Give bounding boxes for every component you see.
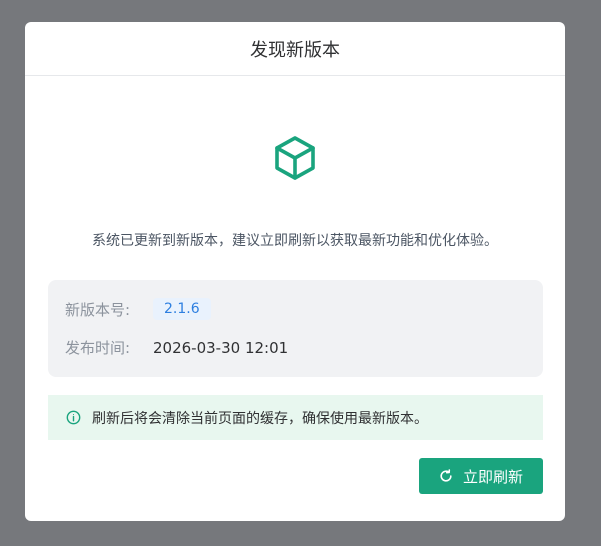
refresh-icon (439, 469, 453, 483)
dialog-header: 发现新版本 (25, 22, 565, 76)
version-row: 新版本号: 2.1.6 (65, 298, 211, 320)
package-icon (271, 134, 319, 182)
update-dialog: 发现新版本 系统已更新到新版本，建议立即刷新以获取最新功能和优化体验。 新版本号… (25, 22, 565, 521)
info-circle-icon (66, 410, 81, 425)
release-time: 2026-03-30 12:01 (153, 338, 289, 357)
cache-alert: 刷新后将会清除当前页面的缓存，确保使用最新版本。 (48, 395, 543, 440)
alert-text: 刷新后将会清除当前页面的缓存，确保使用最新版本。 (92, 410, 428, 427)
update-message: 系统已更新到新版本，建议立即刷新以获取最新功能和优化体验。 (92, 233, 498, 249)
refresh-button-label: 立即刷新 (462, 467, 523, 486)
release-label: 发布时间: (65, 339, 131, 357)
version-tag: 2.1.6 (153, 298, 211, 320)
refresh-now-button[interactable]: 立即刷新 (419, 458, 543, 494)
version-info-panel: 新版本号: 2.1.6 发布时间: 2026-03-30 12:01 (48, 280, 543, 377)
version-label: 新版本号: (65, 300, 131, 319)
release-row: 发布时间: 2026-03-30 12:01 (65, 337, 288, 358)
dialog-title: 发现新版本 (250, 39, 340, 61)
